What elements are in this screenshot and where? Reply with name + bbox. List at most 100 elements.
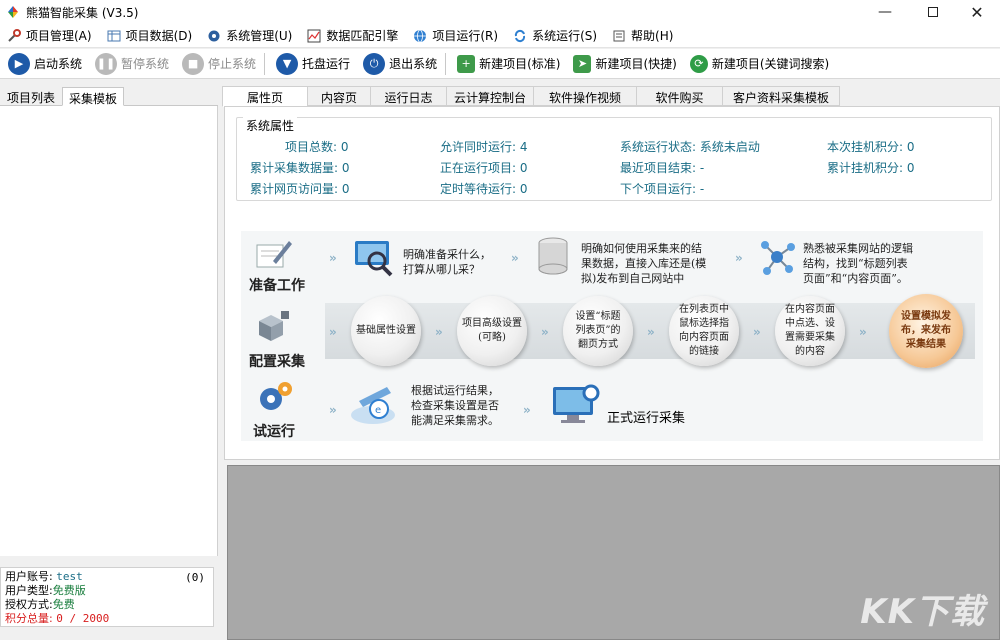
tab-content-page[interactable]: 内容页 [308, 86, 371, 106]
chevron-right-icon: » [435, 325, 443, 339]
menu-project-manage[interactable]: 项目管理(A) [0, 24, 100, 48]
prop-total-points: 累计挂机积分: 0 [827, 161, 915, 175]
auth-method-value: 免费 [52, 598, 75, 611]
tab-operation-video[interactable]: 软件操作视频 [534, 86, 637, 106]
power-icon: ⏻ [363, 52, 386, 75]
new-project-standard-button[interactable]: + 新建项目(标准) [449, 50, 565, 78]
toolbar: ▶ 启动系统 ❚❚ 暂停系统 ■ 停止系统 ▼ 托盘运行 ⏻ 退出系统 + 新建… [0, 49, 1000, 79]
menu-label: 项目管理(A) [26, 29, 92, 43]
gear-cluster-icon [255, 377, 295, 417]
prop-system-status: 系统运行状态: 系统未启动 [620, 140, 760, 154]
button-label: 新建项目(关键词搜索) [711, 57, 830, 71]
menu-label: 项目数据(D) [125, 29, 193, 43]
tab-purchase[interactable]: 软件购买 [637, 86, 723, 106]
tab-project-list[interactable]: 项目列表 [0, 86, 62, 105]
tab-cloud-console[interactable]: 云计算控制台 [447, 86, 534, 106]
step-text-formal-run: 正式运行采集 [607, 411, 686, 426]
auth-method-label: 授权方式: [5, 598, 53, 611]
new-project-quick-button[interactable]: ➤ 新建项目(快捷) [565, 50, 681, 78]
monitor-gear-icon [549, 383, 603, 427]
system-properties-group: 系统属性 项目总数: 0 累计采集数据量: 0 累计网页访问量: 0 允许同时运… [236, 117, 992, 201]
app-logo-icon [6, 5, 20, 19]
step-circle-content-fields: 在内容页面 中点选、设 置需要采集 的内容 [775, 296, 845, 366]
chevron-right-icon: » [329, 251, 337, 265]
new-project-icon: + [457, 54, 476, 73]
play-icon: ▶ [8, 52, 30, 75]
account-info: (0) 用户账号: test 用户类型: 免费版 授权方式: 免费 积分总量: 0 … [0, 567, 214, 627]
chevron-right-icon: » [647, 325, 655, 339]
button-label: 停止系统 [208, 57, 257, 71]
step-circle-basic-settings: 基础属性设置 [351, 296, 421, 366]
tab-customer-template[interactable]: 客户资料采集模板 [723, 86, 840, 106]
chevron-right-icon: » [511, 251, 519, 265]
chevron-right-icon: » [329, 403, 337, 417]
tray-icon: ▼ [276, 52, 299, 75]
start-system-button[interactable]: ▶ 启动系统 [0, 50, 87, 78]
button-label: 启动系统 [34, 57, 83, 71]
chevron-right-icon: » [859, 325, 867, 339]
stop-system-button[interactable]: ■ 停止系统 [174, 50, 261, 78]
minimize-button[interactable]: — [862, 0, 908, 24]
cubes-icon [251, 303, 295, 347]
main-tab-bar: 属性页 内容页 运行日志 云计算控制台 软件操作视频 软件购买 客户资料采集模板 [222, 86, 840, 107]
menu-label: 系统管理(U) [226, 29, 293, 43]
menu-label: 帮助(H) [631, 29, 674, 43]
left-panel: 项目列表 采集模板 (0) 用户账号: test 用户类型: 免费版 授权方式: 免… [0, 87, 218, 633]
prop-session-points: 本次挂机积分: 0 [827, 140, 915, 154]
step-label-prepare: 准备工作 [249, 278, 305, 294]
menu-label: 系统运行(S) [532, 29, 598, 43]
prop-project-total: 项目总数: 0 [285, 140, 349, 154]
chevron-right-icon: » [753, 325, 761, 339]
menu-system-run[interactable]: 系统运行(S) [506, 24, 605, 48]
menu-system-manage[interactable]: 系统管理(U) [200, 24, 300, 48]
workflow-diagram: 准备工作 » 明确准备采什么， 打算从哪儿采？ » 明确如何使用采集来的结 果数据，… [241, 231, 983, 441]
chevron-right-icon: » [523, 403, 531, 417]
chevron-right-icon: » [541, 325, 549, 339]
maximize-icon [928, 7, 938, 17]
exit-system-button[interactable]: ⏻ 退出系统 [355, 50, 442, 78]
prop-page-visits: 累计网页访问量: 0 [250, 182, 350, 196]
close-button[interactable]: ✕ [954, 0, 1000, 24]
menu-project-data[interactable]: 项目数据(D) [100, 24, 201, 48]
step-circle-advanced-settings: 项目高级设置 (可略) [457, 296, 527, 366]
chevron-right-icon: » [329, 325, 337, 339]
prop-last-project-end: 最近项目结束: - [620, 161, 705, 175]
tab-properties[interactable]: 属性页 [222, 86, 308, 107]
menu-help[interactable]: 帮助(H) [605, 24, 681, 48]
step-circle-pagination: 设置“标题 列表页”的 翻页方式 [563, 296, 633, 366]
tab-collect-template[interactable]: 采集模板 [62, 87, 125, 106]
pause-icon: ❚❚ [95, 52, 118, 75]
wrench-icon [6, 28, 22, 44]
menu-data-match-engine[interactable]: 数据匹配引擎 [300, 24, 406, 48]
step-text-what-to-collect: 明确准备采什么， 打算从哪儿采？ [403, 248, 491, 276]
tab-run-log[interactable]: 运行日志 [371, 86, 447, 106]
project-list[interactable] [0, 106, 218, 556]
step-text-site-structure: 熟悉被采集网站的逻辑 结构，找到“标题列表 页面”和“内容页面”。 [803, 242, 913, 285]
step-label-configure: 配置采集 [249, 354, 305, 370]
window-title: 熊猫智能采集 (V3.5) [26, 5, 139, 20]
menu-project-run[interactable]: 项目运行(R) [406, 24, 506, 48]
toolbar-separator [445, 52, 447, 75]
button-label: 退出系统 [389, 57, 438, 71]
watermark-text: KK下载 [860, 592, 985, 632]
database-icon [535, 235, 571, 279]
quick-project-icon: ➤ [573, 54, 592, 73]
new-project-keyword-button[interactable]: ⟳ 新建项目(关键词搜索) [682, 50, 834, 78]
button-label: 托盘运行 [302, 57, 351, 71]
table-icon [106, 28, 122, 44]
close-icon: ✕ [970, 2, 984, 22]
stop-icon: ■ [182, 52, 205, 75]
button-label: 暂停系统 [121, 57, 170, 71]
maximize-button[interactable] [910, 0, 956, 24]
tray-run-button[interactable]: ▼ 托盘运行 [268, 50, 355, 78]
log-output-panel[interactable]: KK下载 [227, 465, 1000, 640]
menu-label: 数据匹配引擎 [326, 29, 399, 43]
keyword-search-icon: ⟳ [689, 54, 708, 73]
points-total-label: 积分总量: [5, 612, 53, 625]
prop-scheduled-waiting: 定时等待运行: 0 [440, 182, 528, 196]
prop-next-project-run: 下个项目运行: - [620, 182, 705, 196]
step-circle-publish: 设置模拟发 布，来发布 采集结果 [889, 294, 963, 368]
pause-system-button[interactable]: ❚❚ 暂停系统 [87, 50, 174, 78]
prop-allowed-concurrent: 允许同时运行: 4 [440, 140, 528, 154]
menu-label: 项目运行(R) [432, 29, 499, 43]
